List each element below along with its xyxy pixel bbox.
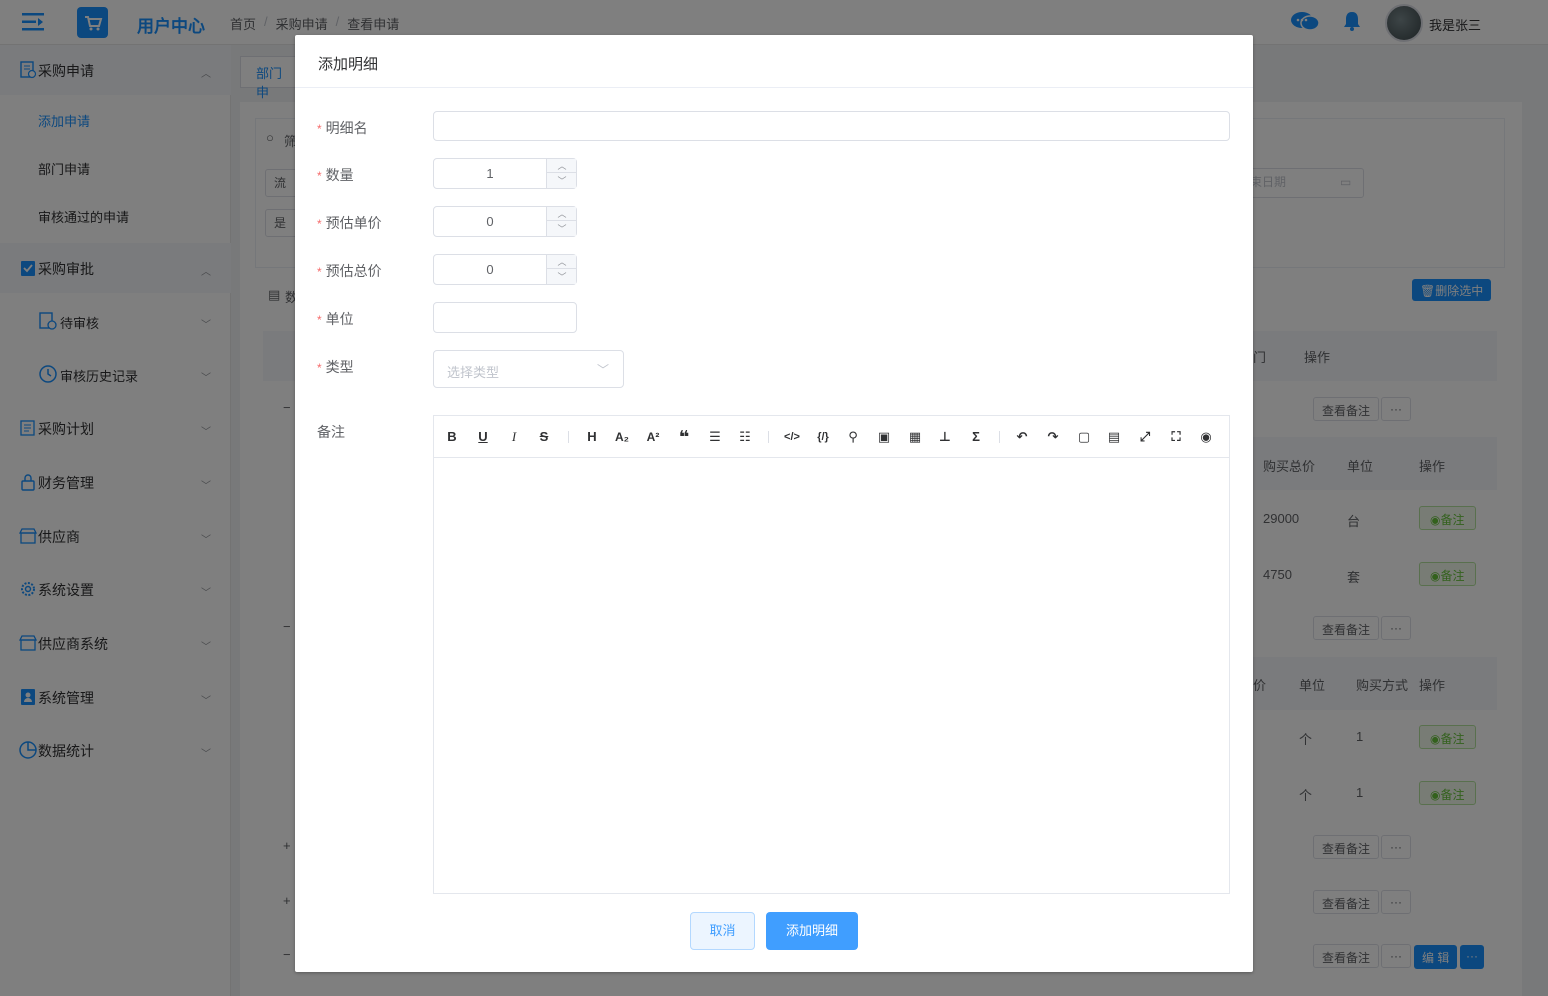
add-detail-button[interactable]: 添加明细 bbox=[766, 912, 858, 950]
link-icon[interactable]: ⚲ bbox=[843, 427, 863, 447]
toolbar-divider bbox=[999, 431, 1000, 443]
type-label-text: 类型 bbox=[325, 359, 354, 375]
type-select-placeholder: 选择类型 bbox=[447, 365, 500, 380]
markdown-editor: B U I S H A₂ A² ❝ ☰ ☷ </> {/} ⚲ ▣ ▦ ⊥ Σ … bbox=[433, 415, 1230, 894]
remark-label: 备注 bbox=[317, 424, 345, 440]
chevron-up-icon[interactable]: ︿ bbox=[547, 159, 577, 173]
dialog-title: 添加明细 bbox=[318, 56, 379, 73]
required-mark: * bbox=[317, 169, 322, 183]
underline-icon[interactable]: U bbox=[473, 427, 493, 447]
name-label-text: 明细名 bbox=[325, 120, 368, 136]
subscript-icon[interactable]: A₂ bbox=[612, 427, 632, 447]
chevron-down-icon: ﹀ bbox=[597, 363, 610, 377]
chevron-down-icon[interactable]: ﹀ bbox=[547, 174, 577, 188]
chevron-down-icon[interactable]: ﹀ bbox=[547, 270, 577, 284]
code-icon[interactable]: </> bbox=[782, 427, 802, 447]
qty-label: * 数量 bbox=[317, 165, 354, 185]
formula-icon[interactable]: Σ bbox=[966, 427, 986, 447]
type-label: * 类型 bbox=[317, 357, 354, 377]
total-price-stepper[interactable]: 0 ︿ ﹀ bbox=[433, 254, 577, 285]
editor-toolbar: B U I S H A₂ A² ❝ ☰ ☷ </> {/} ⚲ ▣ ▦ ⊥ Σ … bbox=[434, 416, 1229, 458]
heading-icon[interactable]: H bbox=[582, 427, 602, 447]
stepper-controls: ︿ ﹀ bbox=[546, 207, 577, 236]
italic-icon[interactable]: I bbox=[504, 427, 524, 447]
table-icon[interactable]: ▦ bbox=[905, 427, 925, 447]
required-mark: * bbox=[317, 265, 322, 279]
name-label: * 明细名 bbox=[317, 118, 368, 138]
mindmap-icon[interactable]: ⊥ bbox=[935, 427, 955, 447]
image-icon[interactable]: ▣ bbox=[874, 427, 894, 447]
expand-icon[interactable]: ⤢ bbox=[1135, 427, 1155, 447]
add-detail-dialog: 添加明细 * 明细名 * 数量 1 ︿ ﹀ * 预估单价 0 ︿ ﹀ * 预估总价 0 … bbox=[295, 35, 1253, 972]
toolbar-divider bbox=[768, 431, 769, 443]
unit-price-value[interactable]: 0 bbox=[434, 207, 546, 236]
required-mark: * bbox=[317, 313, 322, 327]
code-block-icon[interactable]: {/} bbox=[813, 427, 833, 447]
total-price-label: * 预估总价 bbox=[317, 261, 382, 281]
undo-icon[interactable]: ↶ bbox=[1012, 427, 1032, 447]
bold-icon[interactable]: B bbox=[442, 427, 462, 447]
preview-icon[interactable]: ◉ bbox=[1196, 427, 1216, 447]
chevron-down-icon[interactable]: ﹀ bbox=[547, 222, 577, 236]
unit-label-text: 单位 bbox=[325, 311, 354, 327]
required-mark: * bbox=[317, 122, 322, 136]
required-mark: * bbox=[317, 361, 322, 375]
dialog-header: 添加明细 bbox=[295, 35, 1253, 88]
superscript-icon[interactable]: A² bbox=[643, 427, 663, 447]
qty-label-text: 数量 bbox=[325, 167, 354, 183]
save-icon[interactable]: ▢ bbox=[1074, 427, 1094, 447]
name-input[interactable] bbox=[433, 111, 1230, 141]
chevron-up-icon[interactable]: ︿ bbox=[547, 255, 577, 269]
total-price-value[interactable]: 0 bbox=[434, 255, 546, 284]
bullet-list-icon[interactable]: ☰ bbox=[705, 427, 725, 447]
toolbar-divider bbox=[568, 431, 569, 443]
unit-price-label: * 预估单价 bbox=[317, 213, 382, 233]
total-price-label-text: 预估总价 bbox=[325, 263, 382, 279]
stepper-controls: ︿ ﹀ bbox=[546, 159, 577, 188]
qty-value[interactable]: 1 bbox=[434, 159, 546, 188]
type-select[interactable]: 选择类型 ﹀ bbox=[433, 350, 624, 388]
qty-stepper[interactable]: 1 ︿ ﹀ bbox=[433, 158, 577, 189]
unit-price-label-text: 预估单价 bbox=[325, 215, 382, 231]
chevron-up-icon[interactable]: ︿ bbox=[547, 207, 577, 221]
cancel-button[interactable]: 取消 bbox=[690, 912, 755, 950]
unit-price-stepper[interactable]: 0 ︿ ﹀ bbox=[433, 206, 577, 237]
ordered-list-icon[interactable]: ☷ bbox=[735, 427, 755, 447]
stepper-controls: ︿ ﹀ bbox=[546, 255, 577, 284]
unit-input[interactable] bbox=[433, 302, 577, 333]
strikethrough-icon[interactable]: S bbox=[534, 427, 554, 447]
redo-icon[interactable]: ↷ bbox=[1043, 427, 1063, 447]
quote-icon[interactable]: ❝ bbox=[674, 427, 694, 447]
toc-icon[interactable]: ▤ bbox=[1104, 427, 1124, 447]
unit-label: * 单位 bbox=[317, 309, 354, 329]
required-mark: * bbox=[317, 217, 322, 231]
fullscreen-icon[interactable]: ⛶ bbox=[1166, 427, 1186, 447]
editor-textarea[interactable] bbox=[434, 458, 1229, 893]
